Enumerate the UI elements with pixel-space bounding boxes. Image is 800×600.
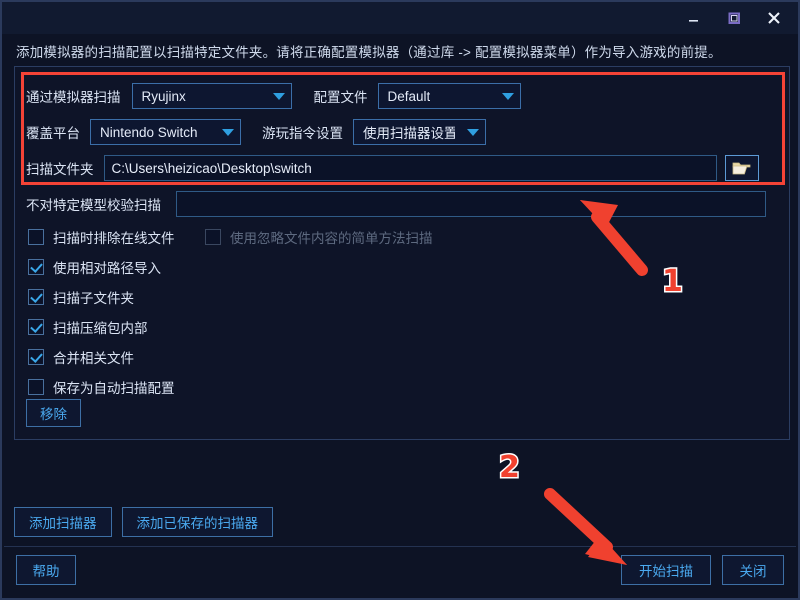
checkbox-box	[28, 289, 44, 305]
checkbox-label: 使用相对路径导入	[53, 261, 161, 276]
checkbox-simple-scan-ignore-content: 使用忽略文件内容的简单方法扫描	[205, 226, 433, 248]
emulator-select-value: Ryujinx	[141, 88, 186, 104]
browse-folder-button[interactable]	[724, 155, 759, 181]
override-platform-value: Nintendo Switch	[100, 124, 198, 140]
override-platform-label: 覆盖平台	[26, 126, 80, 141]
dialog-description: 添加模拟器的扫描配置以扫描特定文件夹。请将正确配置模拟器（通过库 -> 配置模拟…	[16, 45, 722, 60]
play-action-value: 使用扫描器设置	[363, 126, 455, 141]
annotation-arrow-2	[544, 488, 627, 565]
close-button[interactable]	[754, 3, 794, 33]
profile-select[interactable]: Default	[377, 83, 521, 109]
chevron-down-icon	[222, 128, 234, 136]
checkbox-scan-subfolders[interactable]: 扫描子文件夹	[28, 286, 134, 308]
scanner-actions-row: 添加扫描器 添加已保存的扫描器	[14, 507, 273, 537]
checkbox-label: 使用忽略文件内容的简单方法扫描	[230, 231, 433, 246]
dialog-footer-actions: 开始扫描 关闭	[621, 555, 784, 585]
minimize-icon	[689, 20, 698, 22]
exclude-model-label: 不对特定模型校验扫描	[26, 198, 161, 213]
emulator-row: 通过模拟器扫描 Ryujinx 配置文件 Default	[26, 83, 521, 109]
chevron-down-icon	[501, 92, 514, 100]
checkbox-scan-inside-archives[interactable]: 扫描压缩包内部	[28, 316, 148, 338]
help-button[interactable]: 帮助	[16, 555, 76, 585]
scan-folder-input[interactable]	[103, 155, 717, 181]
checkbox-label: 保存为自动扫描配置	[53, 381, 175, 396]
profile-select-value: Default	[387, 88, 431, 104]
checkbox-box	[28, 259, 44, 275]
checkbox-merge-related-files[interactable]: 合并相关文件	[28, 346, 134, 368]
chevron-down-icon	[467, 128, 479, 136]
emulator-select[interactable]: Ryujinx	[131, 83, 292, 109]
maximize-icon	[728, 12, 740, 24]
play-action-select[interactable]: 使用扫描器设置	[353, 119, 486, 145]
start-scan-button[interactable]: 开始扫描	[621, 555, 711, 585]
dialog-window: 添加模拟器的扫描配置以扫描特定文件夹。请将正确配置模拟器（通过库 -> 配置模拟…	[0, 0, 800, 600]
close-icon	[768, 12, 780, 24]
exclude-model-row: 不对特定模型校验扫描	[26, 191, 766, 217]
checkbox-box	[28, 379, 44, 395]
add-scanner-button[interactable]: 添加扫描器	[14, 507, 112, 537]
minimize-button[interactable]	[674, 3, 714, 33]
platform-row: 覆盖平台 Nintendo Switch 游玩指令设置 使用扫描器设置	[26, 119, 486, 145]
profile-label: 配置文件	[313, 90, 368, 105]
override-platform-select[interactable]: Nintendo Switch	[90, 119, 241, 145]
checkbox-label: 扫描时排除在线文件	[53, 231, 175, 246]
scanner-config-panel: 通过模拟器扫描 Ryujinx 配置文件 Default 覆盖平台 Ninten…	[14, 66, 790, 440]
checkbox-save-as-auto-scan-config[interactable]: 保存为自动扫描配置	[28, 376, 175, 398]
checkbox-box	[205, 229, 221, 245]
title-bar	[2, 2, 798, 34]
checkbox-box	[28, 319, 44, 335]
checkbox-exclude-online-files[interactable]: 扫描时排除在线文件	[28, 226, 175, 248]
bottom-divider	[4, 546, 796, 547]
checkbox-use-relative-path[interactable]: 使用相对路径导入	[28, 256, 161, 278]
add-saved-scanner-button[interactable]: 添加已保存的扫描器	[121, 507, 273, 537]
annotation-marker-2: 2	[498, 449, 522, 487]
play-action-label: 游玩指令设置	[262, 126, 343, 141]
scan-by-emulator-label: 通过模拟器扫描	[26, 90, 121, 105]
chevron-down-icon	[272, 92, 285, 100]
exclude-model-input[interactable]	[176, 191, 766, 217]
close-dialog-button[interactable]: 关闭	[722, 555, 784, 585]
checkbox-label: 扫描子文件夹	[53, 291, 134, 306]
folder-open-icon	[732, 162, 750, 175]
maximize-button[interactable]	[714, 3, 754, 33]
checkbox-box	[28, 349, 44, 365]
checkbox-label: 扫描压缩包内部	[53, 321, 148, 336]
scan-folder-label: 扫描文件夹	[26, 162, 94, 177]
remove-button[interactable]: 移除	[26, 399, 81, 427]
checkbox-box	[28, 229, 44, 245]
checkbox-label: 合并相关文件	[53, 351, 134, 366]
scan-folder-row: 扫描文件夹	[26, 155, 759, 181]
